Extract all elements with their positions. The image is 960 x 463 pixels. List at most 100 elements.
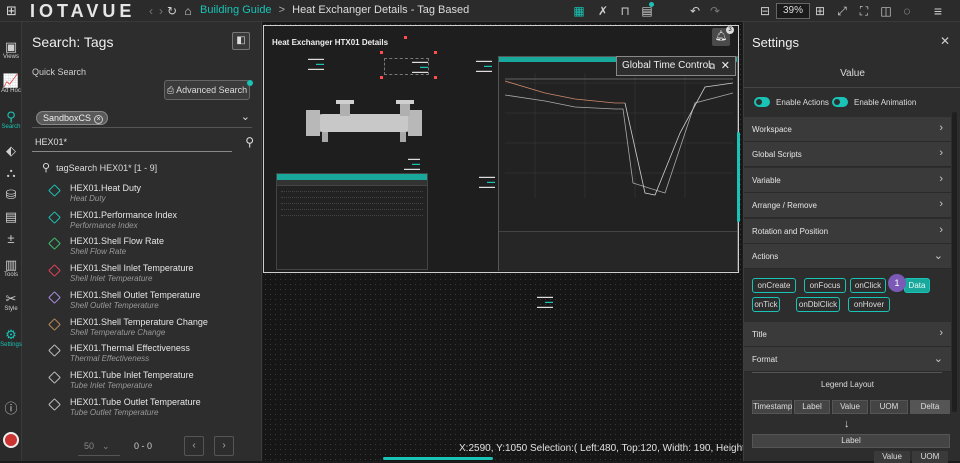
rail-views[interactable]: ▣ Views [0,40,22,60]
legend-col-timestamp[interactable]: Timestamp [752,400,792,414]
list-item[interactable]: HEX01.Tube Outlet Temperature Tube Outlet… [48,397,258,423]
performance-chart-widget[interactable] [498,56,738,271]
close-settings-icon[interactable]: ✕ [940,34,950,48]
rail-calc[interactable]: ± [0,232,22,245]
fit-screen-icon[interactable]: ⤢ [835,3,849,19]
zoom-in-icon[interactable]: ⊞ [813,3,827,19]
selection-handle[interactable] [434,51,437,54]
event-button-data[interactable]: Data [904,278,930,293]
heat-exchanger-graphic[interactable] [304,96,424,146]
event-button-oncreate[interactable]: onCreate [752,278,796,293]
event-button-onfocus[interactable]: onFocus [804,278,846,293]
legend-label-bar[interactable]: Label [752,434,950,448]
rail-list[interactable]: ▤ [0,210,22,223]
list-item[interactable]: HEX01.Shell Outlet Temperature Shell Outl… [48,290,258,316]
list-item[interactable]: HEX01.Shell Temperature Change Shell Temp… [48,317,258,343]
calendar-icon[interactable]: ▦ [572,3,586,19]
rail-tools[interactable]: ▥ Tools [0,258,22,278]
home-icon[interactable]: ⌂ [182,3,194,19]
section-rotation-and-position[interactable]: Rotation and Position › [744,219,951,244]
event-button-onhover[interactable]: onHover [848,297,890,312]
breadcrumb-home[interactable]: Building Guide [200,4,272,16]
redo-icon[interactable]: ↷ [708,3,722,19]
search-input[interactable] [32,133,232,152]
global-time-control[interactable]: Global Time Control ⧉ ✕ [616,56,736,76]
chevron-down-icon[interactable]: ⌄ [241,110,250,123]
rail-style[interactable]: ✂ Style [0,292,22,312]
event-button-onclick[interactable]: onClick [850,278,886,293]
settings-scrollbar[interactable] [952,112,957,412]
tube-inlet-widget[interactable]: ▬▬▬▬ ▬▬ ▬▬▬▬ [284,56,324,71]
fullscreen-icon[interactable]: ⛶ [857,3,871,19]
undo-icon[interactable]: ↶ [688,3,702,19]
selection-handle[interactable] [434,76,437,79]
rail-search[interactable]: ⚲ Search [0,110,22,130]
rail-settings[interactable]: ⚙ Settings [0,328,22,348]
section-workspace[interactable]: Workspace › [744,117,951,142]
shell-flow-widget[interactable]: ▬▬▬ ▬▬ ▬▬▬▬ [370,156,420,171]
section-global-scripts[interactable]: Global Scripts › [744,142,951,167]
event-button-ontick[interactable]: onTick [752,297,780,312]
tube-outlet-widget[interactable]: ▬▬▬▬ ▬▬ ▬▬▬▬ [452,58,492,73]
enable-animation-toggle[interactable] [832,97,848,107]
selection-handle[interactable] [380,76,383,79]
canvas[interactable]: Heat Exchanger HTX01 Details ▬▬▬▬ ▬▬ ▬▬▬▬ … [263,22,768,461]
tools-x-icon[interactable]: ✗ [596,3,610,19]
rail-adhoc[interactable]: 📈 Ad Hoc [0,74,22,94]
section-arrange-remove[interactable]: Arrange / Remove › [744,193,951,218]
external-link-icon[interactable]: ⧉ [709,57,715,75]
section-title[interactable]: Title › [744,322,951,347]
shell-outlet-widget[interactable]: ▬▬▬▬ ▬▬ ▬▬▬▬ [450,174,495,189]
vertical-scrollbar[interactable] [737,132,740,222]
zoom-out-icon[interactable]: ⊟ [758,3,772,19]
source-filter[interactable]: SandboxCS × ⌄ [32,108,252,128]
rail-tags[interactable]: ⬖ [0,144,22,157]
floating-widget[interactable]: ▬▬▬▬ ▬▬ ▬▬▬▬ [507,294,553,309]
rail-database[interactable]: ⛁ [0,188,22,201]
search-box: ⚲ [32,133,254,153]
list-item[interactable]: HEX01.Thermal Effectiveness Thermal Effec… [48,343,258,369]
chat-icon[interactable]: ◫ [879,3,893,19]
enable-actions-toggle[interactable] [754,97,770,107]
legend-col-value[interactable]: Value [832,400,868,414]
rail-hierarchy[interactable]: ⛬ [0,166,22,179]
list-item[interactable]: HEX01.Tube Inlet Temperature Tube Inlet T… [48,370,258,396]
section-variable[interactable]: Variable › [744,168,951,193]
horizontal-scrollbar[interactable] [383,457,493,460]
next-page-button[interactable]: › [214,436,234,456]
rail-help[interactable]: ⓘ [0,402,22,415]
table-row [281,200,423,204]
list-item[interactable]: HEX01.Performance Index Performance Index [48,210,258,236]
grid-menu-icon[interactable]: ⊞ [6,3,22,19]
help-icon[interactable]: ◌ [900,3,914,19]
selection-handle[interactable] [404,36,407,39]
filter-chip[interactable]: SandboxCS × [36,111,109,125]
list-item[interactable]: HEX01.Heat Duty Heat Duty [48,183,258,209]
legend-col-uom[interactable]: UOM [870,400,908,414]
user-avatar[interactable] [3,432,19,448]
close-icon[interactable]: ✕ [721,57,730,75]
section-format[interactable]: Format ⌄ [744,347,951,372]
section-actions[interactable]: Actions ⌄ [744,244,951,269]
list-item[interactable]: HEX01.Shell Flow Rate Shell Flow Rate [48,236,258,262]
legend-value-col[interactable]: Value [874,451,910,463]
lock-icon[interactable]: ⊓ [618,3,632,19]
tag-description: Shell Outlet Temperature [70,300,159,310]
advanced-search-button[interactable]: ⎙ Advanced Search [164,80,250,100]
selection-handle[interactable] [380,51,383,54]
list-item[interactable]: HEX01.Shell Inlet Temperature Shell Inlet… [48,263,258,289]
reload-icon[interactable]: ↻ [166,3,178,19]
prev-page-button[interactable]: ‹ [184,436,204,456]
shell-inlet-widget[interactable]: ▬▬▬▬ ▬▬ ▬▬▬▬ [384,58,429,75]
legend-uom-col[interactable]: UOM [912,451,948,463]
legend-col-delta[interactable]: Delta [910,400,950,414]
tags-table[interactable] [276,173,428,270]
page-size-select[interactable]: 50 ⌄ [78,436,120,456]
chip-remove-icon[interactable]: × [94,115,104,124]
hamburger-menu-icon[interactable]: ≡ [930,3,946,19]
legend-col-label[interactable]: Label [794,400,830,414]
zoom-level[interactable]: 39% [776,3,810,19]
search-icon[interactable]: ⚲ [245,135,254,149]
collapse-panel-button[interactable]: ◧ [232,32,250,50]
event-button-ondblclick[interactable]: onDblClick [796,297,840,312]
